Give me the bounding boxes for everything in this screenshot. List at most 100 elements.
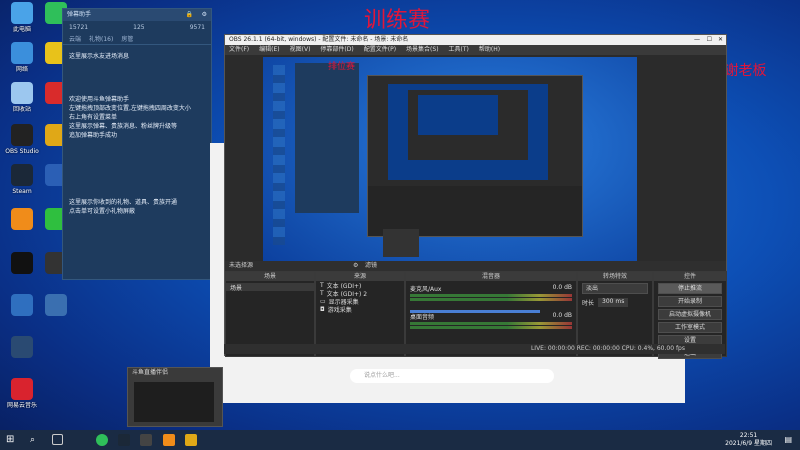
desktop-icon-label: Steam [12,188,32,195]
filters-button[interactable]: 滤镜 [365,261,377,271]
welcome-line-4: 这里展示弹幕、贵族消息、粉丝牌升级等 [69,123,178,130]
lock-icon[interactable]: 🔒 [186,9,193,21]
obs-statusbar: LIVE: 00:00:00 REC: 00:00:00 CPU: 0.4%, … [224,344,725,354]
menu-profile[interactable]: 配置文件(P) [364,45,396,55]
mic-channel-name: 麦克风/Aux [410,286,442,293]
monitor-icon: ▭ [320,297,326,305]
preview-danmu-panel [295,63,359,213]
desktop-icon-label: 网络 [15,66,28,73]
close-icon[interactable]: ✕ [718,35,723,45]
desktop-icon-label: OBS Studio [5,148,39,155]
desktop-icon-label: 回收站 [12,106,31,113]
gift-line-2: 点击单可设置小礼物屏蔽 [69,208,136,215]
tab-gift[interactable]: 礼物(16) [89,34,113,44]
obs-taskbar-icon[interactable] [140,434,152,446]
desktop-audio-meter [410,322,572,325]
taskbar: ⊞ ⌕ 22:51 2021/6/9 星期四 ▤ [0,430,800,450]
notification-icon[interactable]: ▤ [784,435,792,444]
obs-window: OBS 26.1.1 (64-bit, windows) - 配置文件: 未命名… [224,34,727,359]
menu-docks[interactable]: 停靠部件(D) [320,45,353,55]
source-toolbar: 未选择源 ⚙ 滤镜 [225,261,726,271]
danmu-panel[interactable]: 弹幕助手 🔒 ⚙ 15721 125 9571 云端 礼物(16) 房管 这里展… [62,8,212,280]
danmu-tabs: 云端 礼物(16) 房管 [63,34,211,45]
scene-item-label: 场景 [230,284,243,292]
task-view-icon[interactable] [52,434,63,445]
taskbar-preview-popup[interactable]: 斗鱼直播伴侣 [127,367,223,427]
preview-label: 排位赛 [328,62,356,72]
text-source-icon: T [320,289,324,297]
music-icon [11,378,33,400]
source-item[interactable]: ◘ 游戏采集 [316,305,404,314]
transition-duration: 时长 300 ms [578,296,652,309]
desktop-icon-label: 此电脑 [12,26,31,33]
app-taskbar-icon[interactable] [185,434,197,446]
obs-menubar: 文件(F) 编辑(E) 视图(V) 停靠部件(D) 配置文件(P) 场景集合(S… [225,45,726,55]
mic-channel-db: 0.0 dB [552,284,572,291]
chat-input-field[interactable]: 说点什么吧... [350,369,554,383]
desktop-icon[interactable]: 网易云音乐 [0,378,44,409]
properties-gear-icon[interactable]: ⚙ [353,261,358,271]
welcome-line-1: 欢迎使用斗鱼弹幕助手 [69,96,130,103]
obs-icon [11,124,33,146]
mic-volume-slider[interactable] [410,310,540,313]
search-icon[interactable]: ⌕ [30,434,42,446]
tab-cloud[interactable]: 云端 [69,34,81,44]
mic-meter [410,298,572,301]
mic-meter [410,294,572,297]
preview-icons-column [273,65,285,245]
steam-taskbar-icon[interactable] [118,434,130,446]
browser-taskbar-icon[interactable] [96,434,108,446]
obs-status-text: LIVE: 00:00:00 REC: 00:00:00 CPU: 0.4%, … [530,345,685,352]
shield-icon [11,336,33,358]
menu-help[interactable]: 帮助(H) [479,45,500,55]
desktop-icon[interactable] [34,294,78,318]
gift-message: 这里展示你收到的礼物、道具、贵族开通 点击单可设置小礼物屏蔽 [63,195,211,219]
network-icon [11,42,33,64]
menu-scene-collection[interactable]: 场景集合(S) [406,45,439,55]
no-source-label: 未选择源 [229,262,254,269]
desktop-audio-name: 桌面音频 [410,314,435,321]
welcome-line-3: 右上角有设置菜单 [69,114,118,121]
welcome-line-5: 追加弹幕助手成功 [69,132,118,139]
duration-input[interactable]: 300 ms [598,298,629,307]
computer-icon [11,2,33,24]
app-orange-icon [11,208,33,230]
gift-count: 125 [133,24,145,31]
transition-select[interactable]: 淡出 [582,283,648,294]
scene-item[interactable]: 场景 [226,283,314,292]
desktop-audio-meter [410,326,572,329]
transitions-dock-title: 转场特效 [578,272,652,281]
studio-mode-button[interactable]: 工作室模式 [658,322,722,333]
clock-date: 2021/6/9 星期四 [725,440,772,447]
danmu-header[interactable]: 弹幕助手 🔒 ⚙ [63,9,211,21]
virtual-camera-button[interactable]: 启动虚拟摄像机 [658,309,722,320]
game-icon [11,252,33,274]
popup-title: 斗鱼直播伴侣 [132,369,169,376]
gamepad-icon: ◘ [320,305,325,313]
obs-titlebar[interactable]: OBS 26.1.1 (64-bit, windows) - 配置文件: 未命名… [225,35,726,45]
menu-edit[interactable]: 编辑(E) [259,45,279,55]
menu-view[interactable]: 视图(V) [290,45,311,55]
maximize-icon[interactable]: ☐ [707,35,712,45]
clock[interactable]: 22:51 2021/6/9 星期四 [725,432,772,448]
minimize-icon[interactable]: — [694,35,700,45]
preview-deep-preview [418,95,498,135]
clock-time: 22:51 [739,432,758,439]
obs-preview[interactable]: 排位赛 [263,57,637,279]
stop-streaming-button[interactable]: 停止推流 [658,283,722,294]
menu-tools[interactable]: 工具(T) [449,45,469,55]
start-button[interactable]: ⊞ [6,434,18,446]
preview-obs-window [367,75,583,237]
follower-count: 9571 [189,24,205,31]
obs-title: OBS 26.1.1 (64-bit, windows) - 配置文件: 未命名… [229,36,409,43]
tab-admin[interactable]: 房管 [121,34,133,44]
settings-icon[interactable]: ⚙ [202,9,207,21]
steam-icon [11,164,33,186]
desktop-icon[interactable] [0,336,44,360]
menu-file[interactable]: 文件(F) [229,45,249,55]
chat-bottom-bar: 说点什么吧... [340,355,685,403]
app-blue-icon [11,294,33,316]
douyu-taskbar-icon[interactable] [163,434,175,446]
start-recording-button[interactable]: 开始录制 [658,296,722,307]
desktop-audio-db: 0.0 dB [552,312,572,319]
